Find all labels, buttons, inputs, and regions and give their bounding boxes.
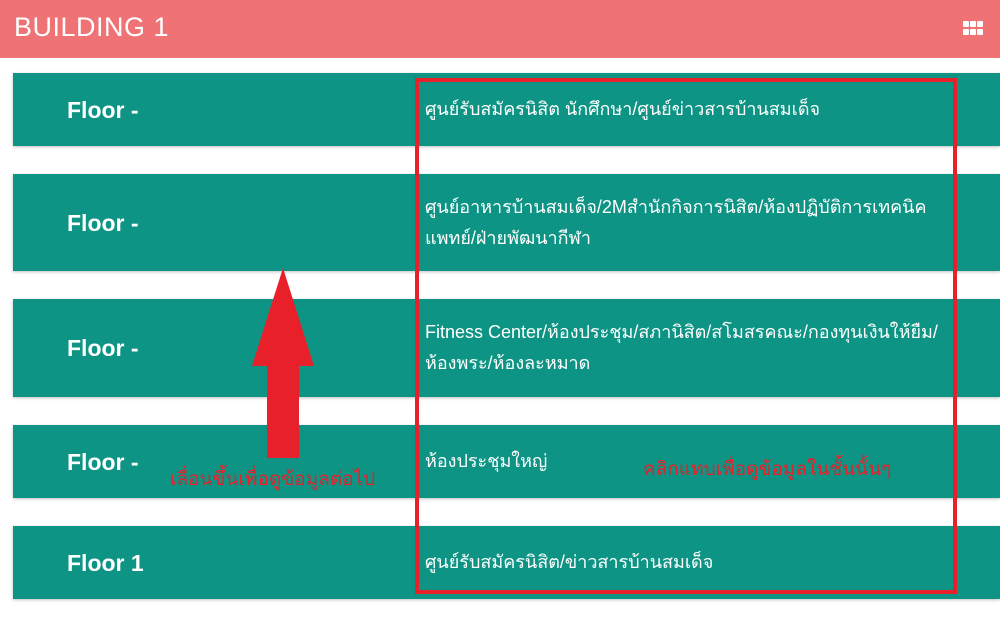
- tap-hint-annotation: คลิกแทบเพื่อดูข้อมูลในชั้นนั้นๆ: [643, 459, 892, 480]
- grid-icon[interactable]: [963, 21, 983, 35]
- floor-description: ศูนย์รับสมัครนิสิต/ข่าวสารบ้านสมเด็จ: [425, 552, 714, 572]
- floor-row[interactable]: Floor - ศูนย์อาหารบ้านสมเด็จ/2Mสำนักกิจก…: [13, 174, 1000, 271]
- floor-description: ศูนย์รับสมัครนิสิต นักศึกษา/ศูนย์ข่าวสาร…: [425, 99, 821, 119]
- floor-label: Floor -: [67, 210, 139, 236]
- up-arrow-icon: [252, 268, 314, 458]
- floor-row[interactable]: Floor - Fitness Center/ห้องประชุม/สภานิส…: [13, 299, 1000, 397]
- floor-description: ศูนย์อาหารบ้านสมเด็จ/2Mสำนักกิจการนิสิต/…: [425, 197, 927, 248]
- floor-row[interactable]: Floor - ศูนย์รับสมัครนิสิต นักศึกษา/ศูนย…: [13, 73, 1000, 146]
- app-header: BUILDING 1: [0, 0, 1000, 58]
- floor-label: Floor 1: [67, 550, 144, 576]
- floor-label: Floor -: [67, 449, 139, 475]
- building-title: BUILDING 1: [14, 12, 170, 42]
- floor-label: Floor -: [67, 97, 139, 123]
- floor-row[interactable]: Floor 1 ศูนย์รับสมัครนิสิต/ข่าวสารบ้านสม…: [13, 526, 1000, 599]
- floor-label: Floor -: [67, 335, 139, 361]
- scroll-hint-annotation: เลื่อนขึ้นเพื่อดูข้อมูลต่อไป: [170, 469, 376, 490]
- floor-description: Fitness Center/ห้องประชุม/สภานิสิต/สโมสร…: [425, 322, 938, 373]
